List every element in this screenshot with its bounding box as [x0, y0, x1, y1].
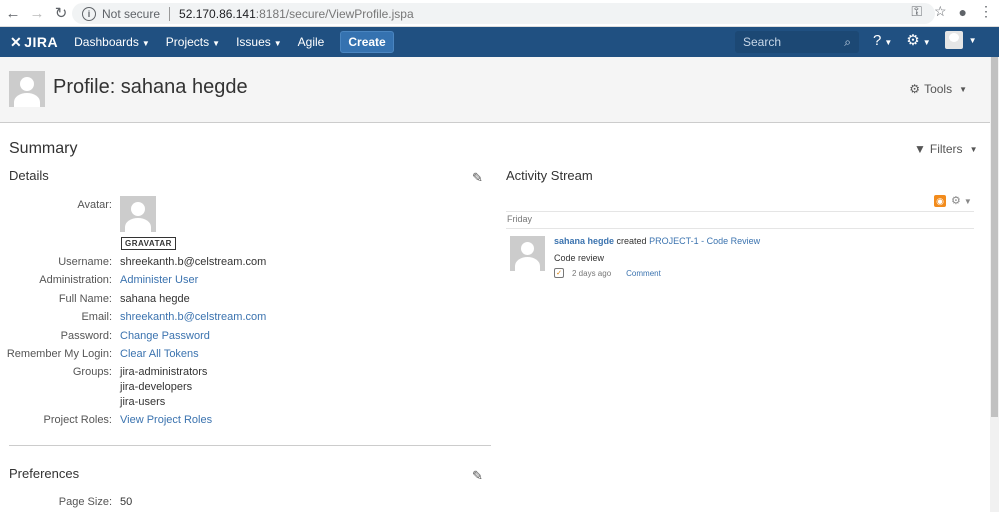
- jira-header: ✕ JIRA Dashboards ▼ Projects ▼ Issues ▼ Agi…: [0, 27, 999, 57]
- reload-icon[interactable]: ↻: [50, 2, 72, 24]
- filters-menu[interactable]: ▼ Filters ▼: [914, 142, 977, 156]
- page-title: Profile: sahana hegde: [53, 76, 248, 98]
- rss-feed-icon[interactable]: ◉: [934, 195, 946, 207]
- nav-issues[interactable]: Issues ▼: [236, 35, 282, 49]
- project-roles-label: Project Roles:: [43, 414, 112, 426]
- page-size-value: 50: [120, 496, 133, 508]
- edit-preferences-pencil-icon[interactable]: ✎: [472, 468, 483, 484]
- email-link[interactable]: shreekanth.b@celstream.com: [120, 311, 266, 323]
- more-menu-icon[interactable]: ⋮: [979, 3, 993, 20]
- jira-logo-icon: ✕: [10, 33, 23, 50]
- user-avatar: [944, 31, 963, 49]
- remember-login-label: Remember My Login:: [6, 348, 112, 360]
- activity-avatar[interactable]: [510, 236, 545, 271]
- preferences-heading: Preferences: [9, 466, 80, 481]
- groups-label: Groups:: [72, 366, 112, 378]
- group-item: jira-administrators: [120, 366, 208, 378]
- username-label: Username:: [58, 256, 112, 268]
- email-label: Email:: [81, 311, 112, 323]
- administration-label: Administration:: [39, 274, 112, 286]
- activity-time: 2 days ago: [572, 268, 612, 278]
- edit-details-pencil-icon[interactable]: ✎: [472, 170, 483, 186]
- password-label: Password:: [60, 330, 112, 342]
- settings-gear-icon[interactable]: ⚙ ▼: [906, 31, 930, 49]
- url-path: :8181/secure/ViewProfile.jspa: [255, 6, 414, 21]
- create-button[interactable]: Create: [340, 31, 394, 53]
- help-icon[interactable]: ? ▼: [873, 32, 892, 49]
- jira-logo[interactable]: ✕ JIRA: [10, 34, 58, 51]
- not-secure-label: Not secure: [102, 6, 161, 21]
- profile-header: Profile: sahana hegde ⚙ Tools ▼: [0, 57, 999, 123]
- administer-user-link[interactable]: Administer User: [120, 274, 198, 286]
- nav-agile[interactable]: Agile: [298, 35, 325, 49]
- view-project-roles-link[interactable]: View Project Roles: [120, 414, 212, 426]
- info-icon[interactable]: i: [82, 6, 96, 21]
- activity-entry-text: sahana hegde created PROJECT-1 - Code Re…: [554, 236, 761, 246]
- group-item: jira-users: [120, 396, 166, 408]
- gear-icon: ⚙: [909, 82, 921, 96]
- search-input[interactable]: Search ⌕: [735, 31, 859, 53]
- page-scrollbar[interactable]: [990, 57, 999, 512]
- forward-icon[interactable]: →: [26, 2, 48, 24]
- fullname-label: Full Name:: [58, 293, 112, 305]
- activity-meta: ✓ 2 days ago Comment: [554, 268, 661, 278]
- filter-icon: ▼: [914, 142, 926, 156]
- gravatar-badge[interactable]: GRAVATAR: [121, 237, 176, 250]
- activity-description: Code review: [554, 253, 605, 263]
- star-icon[interactable]: ☆: [934, 3, 947, 20]
- address-bar[interactable]: i Not secure 52.170.86.141 :8181/secure/…: [72, 3, 935, 24]
- section-divider: [9, 445, 491, 446]
- activity-stream-heading: Activity Stream: [506, 168, 593, 183]
- back-icon[interactable]: ←: [2, 2, 24, 24]
- activity-settings-gear-icon[interactable]: ⚙ ▼: [951, 194, 972, 207]
- avatar-label: Avatar:: [77, 199, 112, 211]
- search-icon[interactable]: ⌕: [844, 35, 851, 50]
- nav-projects[interactable]: Projects ▼: [166, 35, 220, 49]
- activity-issue-link[interactable]: PROJECT-1 - Code Review: [649, 236, 760, 246]
- browser-toolbar: ← → ↻ i Not secure 52.170.86.141 :8181/s…: [0, 0, 999, 27]
- activity-user-link[interactable]: sahana hegde: [554, 236, 614, 246]
- activity-day-label: Friday: [507, 214, 533, 224]
- summary-heading: Summary: [9, 140, 78, 157]
- account-icon[interactable]: ●: [959, 4, 967, 20]
- nav-dashboards[interactable]: Dashboards ▼: [74, 35, 150, 49]
- user-avatar-large[interactable]: [120, 196, 156, 232]
- page-size-label: Page Size:: [58, 496, 112, 508]
- activity-comment-link[interactable]: Comment: [626, 269, 661, 278]
- profile-avatar: [9, 71, 45, 107]
- username-value: shreekanth.b@celstream.com: [120, 256, 267, 268]
- key-icon[interactable]: ⚿: [911, 3, 922, 20]
- issue-type-icon: ✓: [554, 268, 564, 278]
- details-heading: Details: [9, 168, 49, 183]
- fullname-value: sahana hegde: [120, 293, 190, 305]
- user-menu[interactable]: ▼: [944, 31, 977, 49]
- change-password-link[interactable]: Change Password: [120, 330, 210, 342]
- url-host: 52.170.86.141: [179, 6, 256, 21]
- clear-tokens-link[interactable]: Clear All Tokens: [120, 348, 199, 360]
- group-item: jira-developers: [120, 381, 193, 393]
- tools-menu[interactable]: ⚙ Tools ▼: [909, 82, 967, 96]
